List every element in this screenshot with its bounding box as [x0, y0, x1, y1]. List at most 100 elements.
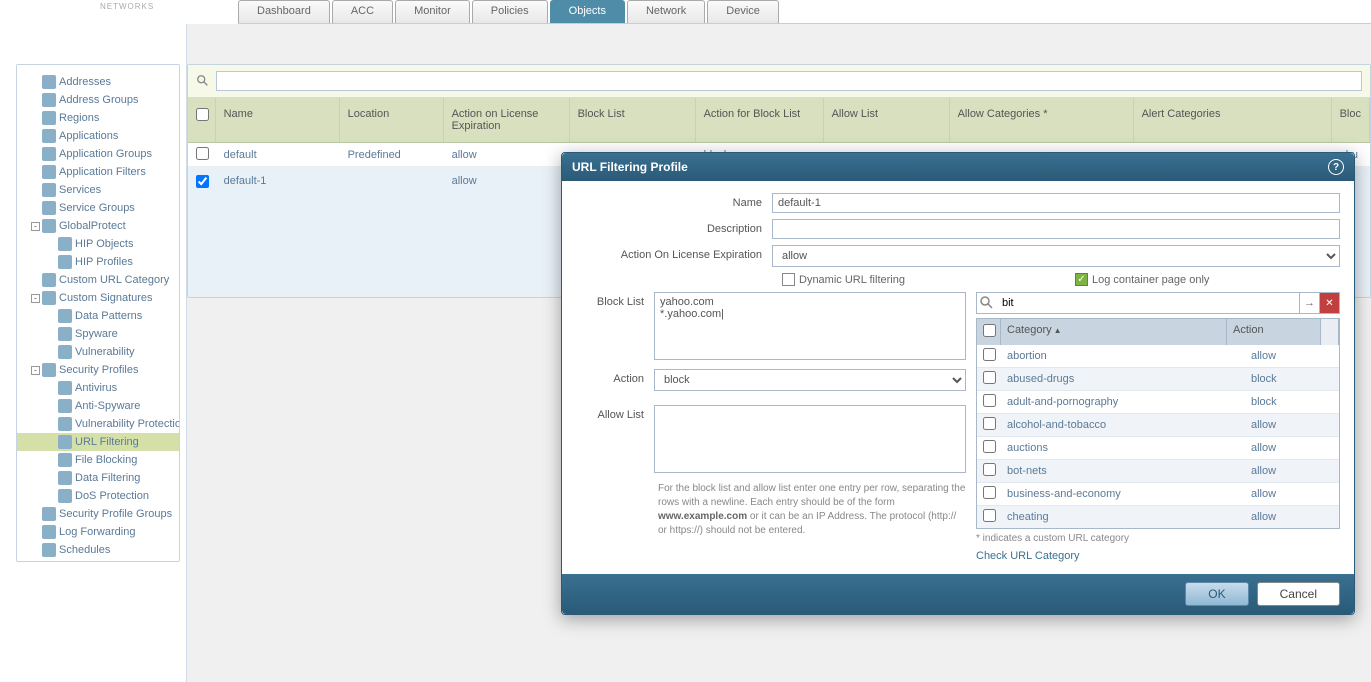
tree-expand-icon[interactable]: - [31, 366, 40, 375]
select-action[interactable]: block [654, 369, 966, 391]
sidebar-item-data-patterns[interactable]: Data Patterns [17, 307, 179, 325]
input-name[interactable] [772, 193, 1340, 213]
sidebar-item-security-profiles[interactable]: - Security Profiles [17, 361, 179, 379]
help-icon[interactable]: ? [1328, 159, 1344, 175]
input-description[interactable] [772, 219, 1340, 239]
category-checkbox[interactable] [983, 509, 996, 522]
tree-node-icon [42, 183, 56, 197]
category-name: business-and-economy [1001, 485, 1245, 503]
sidebar-item-custom-signatures[interactable]: -Custom Signatures [17, 289, 179, 307]
tab-monitor[interactable]: Monitor [395, 0, 470, 23]
category-checkbox[interactable] [983, 417, 996, 430]
tree-expand-icon[interactable]: - [31, 294, 40, 303]
sidebar-item-spyware[interactable]: Spyware [17, 325, 179, 343]
category-row[interactable]: business-and-economyallow [977, 483, 1339, 506]
sidebar-item-custom-url-category[interactable]: Custom URL Category [17, 271, 179, 289]
category-search-go-button[interactable]: → [1299, 293, 1319, 313]
textarea-allow-list[interactable] [654, 405, 966, 473]
grid-header-location[interactable]: Location [340, 98, 444, 142]
sidebar-item-service-groups[interactable]: Service Groups [17, 199, 179, 217]
sidebar-item-security-profile-groups[interactable]: Security Profile Groups [17, 505, 179, 523]
sidebar-item-address-groups[interactable]: Address Groups [17, 91, 179, 109]
category-header-category[interactable]: Category▲ [1001, 319, 1227, 345]
category-checkbox[interactable] [983, 486, 996, 499]
grid-header-allow-cat[interactable]: Allow Categories * [950, 98, 1134, 142]
tree-node-icon [58, 309, 72, 323]
tree-expand-icon[interactable]: - [31, 222, 40, 231]
tree-label: Security Profiles [59, 364, 138, 376]
sidebar-item-url-filtering[interactable]: URL Filtering [17, 433, 179, 451]
cancel-button[interactable]: Cancel [1257, 582, 1340, 606]
tree-label: Service Groups [59, 202, 135, 214]
category-row[interactable]: cheatingallow [977, 506, 1339, 528]
textarea-block-list[interactable]: yahoo.com *.yahoo.com| [654, 292, 966, 360]
sort-asc-icon: ▲ [1054, 326, 1062, 335]
category-row[interactable]: alcohol-and-tobaccoallow [977, 414, 1339, 437]
sidebar-item-schedules[interactable]: Schedules [17, 541, 179, 559]
sidebar-item-hip-profiles[interactable]: HIP Profiles [17, 253, 179, 271]
sidebar-item-antivirus[interactable]: Antivirus [17, 379, 179, 397]
tab-device[interactable]: Device [707, 0, 779, 23]
select-action-exp[interactable]: allow [772, 245, 1340, 267]
grid-header: Name Location Action on License Expirati… [188, 98, 1370, 143]
tab-acc[interactable]: ACC [332, 0, 393, 23]
sidebar-item-application-groups[interactable]: Application Groups [17, 145, 179, 163]
sidebar-item-services[interactable]: Services [17, 181, 179, 199]
ok-button[interactable]: OK [1185, 582, 1248, 606]
sidebar-item-dos-protection[interactable]: DoS Protection [17, 487, 179, 505]
category-search-clear-button[interactable]: ✕ [1319, 293, 1339, 313]
sidebar-item-vulnerability-protection[interactable]: Vulnerability Protection [17, 415, 179, 433]
sidebar-item-regions[interactable]: Regions [17, 109, 179, 127]
sidebar-item-anti-spyware[interactable]: Anti-Spyware [17, 397, 179, 415]
category-row[interactable]: abused-drugsblock [977, 368, 1339, 391]
grid-header-last[interactable]: Bloc [1332, 98, 1370, 142]
category-checkbox[interactable] [983, 440, 996, 453]
content-search-input[interactable] [216, 71, 1362, 91]
tree-label: Antivirus [75, 382, 117, 394]
category-search-bar: → ✕ [976, 292, 1340, 314]
row-checkbox[interactable] [196, 175, 209, 188]
category-checkbox[interactable] [983, 371, 996, 384]
sidebar-item-hip-objects[interactable]: HIP Objects [17, 235, 179, 253]
category-checkbox[interactable] [983, 348, 996, 361]
checkbox-log-container[interactable]: ✓ [1075, 273, 1088, 286]
grid-header-action-exp[interactable]: Action on License Expiration [444, 98, 570, 142]
dialog-title-bar[interactable]: URL Filtering Profile ? [562, 153, 1354, 181]
tree-node-icon [42, 165, 56, 179]
check-url-category-link[interactable]: Check URL Category [976, 550, 1340, 562]
tab-objects[interactable]: Objects [550, 0, 625, 23]
category-checkbox[interactable] [983, 394, 996, 407]
footnote: * indicates a custom URL category [976, 533, 1340, 544]
tab-policies[interactable]: Policies [472, 0, 548, 23]
grid-header-block[interactable]: Block List [570, 98, 696, 142]
category-table-body[interactable]: abortionallowabused-drugsblockadult-and-… [977, 345, 1339, 528]
category-row[interactable]: bot-netsallow [977, 460, 1339, 483]
grid-header-name[interactable]: Name [216, 98, 340, 142]
sidebar-item-addresses[interactable]: Addresses [17, 73, 179, 91]
category-header-checkbox[interactable] [977, 319, 1001, 345]
help-text: For the block list and allow list enter … [658, 482, 966, 538]
tab-network[interactable]: Network [627, 0, 705, 23]
checkbox-dynamic-url[interactable] [782, 273, 795, 286]
category-row[interactable]: adult-and-pornographyblock [977, 391, 1339, 414]
sidebar-item-data-filtering[interactable]: Data Filtering [17, 469, 179, 487]
sidebar-item-vulnerability[interactable]: Vulnerability [17, 343, 179, 361]
sidebar-item-log-forwarding[interactable]: Log Forwarding [17, 523, 179, 541]
tab-dashboard[interactable]: Dashboard [238, 0, 330, 23]
row-checkbox[interactable] [196, 147, 209, 160]
sidebar-item-file-blocking[interactable]: File Blocking [17, 451, 179, 469]
sidebar-item-application-filters[interactable]: Application Filters [17, 163, 179, 181]
category-row[interactable]: auctionsallow [977, 437, 1339, 460]
sidebar-item-globalprotect[interactable]: -GlobalProtect [17, 217, 179, 235]
grid-header-alert[interactable]: Alert Categories [1134, 98, 1332, 142]
grid-header-action-block[interactable]: Action for Block List [696, 98, 824, 142]
label-log-container: Log container page only [1092, 274, 1209, 286]
category-checkbox[interactable] [983, 463, 996, 476]
grid-header-allow[interactable]: Allow List [824, 98, 950, 142]
tree-node-icon [42, 543, 56, 557]
category-row[interactable]: abortionallow [977, 345, 1339, 368]
category-header-action[interactable]: Action [1227, 319, 1321, 345]
sidebar-item-applications[interactable]: Applications [17, 127, 179, 145]
grid-header-checkbox[interactable] [188, 98, 216, 142]
category-search-input[interactable] [997, 294, 1299, 312]
